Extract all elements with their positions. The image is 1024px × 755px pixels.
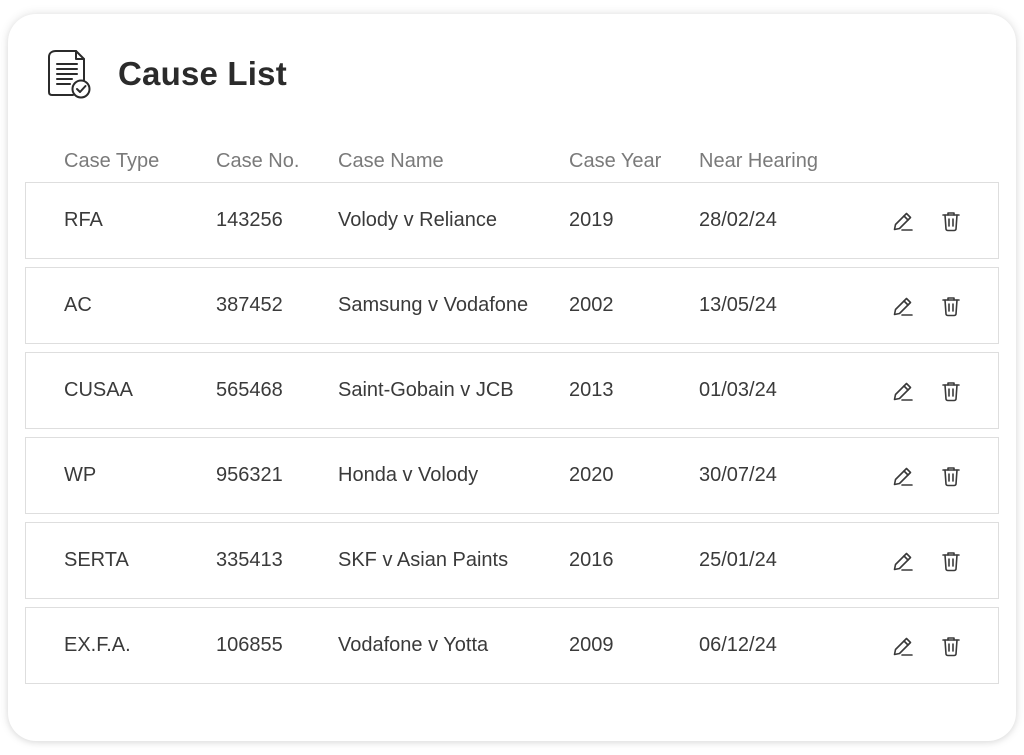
cause-list-card: Cause List Case Type Case No. Case Name …	[8, 14, 1016, 741]
table-header: Case Type Case No. Case Name Case Year N…	[8, 150, 1016, 176]
column-header-case-type: Case Type	[64, 150, 160, 172]
delete-button[interactable]	[938, 208, 964, 234]
case-number-cell: 106855	[216, 634, 283, 656]
case-year-cell: 2002	[569, 294, 614, 316]
case-number-cell: 956321	[216, 464, 283, 486]
edit-icon	[893, 382, 913, 401]
case-name-cell: Samsung v Vodafone	[338, 294, 529, 316]
case-name-cell: Saint-Gobain v JCB	[338, 379, 514, 401]
column-header-case-name: Case Name	[338, 150, 444, 172]
case-year-cell: 2020	[569, 464, 614, 486]
near-hearing-cell: 28/02/24	[699, 209, 777, 231]
case-name-cell: Volody v Reliance	[338, 209, 497, 231]
delete-icon	[942, 466, 960, 486]
delete-button[interactable]	[938, 293, 964, 319]
edit-button[interactable]	[890, 378, 916, 404]
column-header-near-hearing: Near Hearing	[699, 150, 818, 172]
near-hearing-cell: 06/12/24	[699, 634, 777, 656]
card-header: Cause List	[46, 48, 287, 100]
case-name-cell: Vodafone v Yotta	[338, 634, 489, 656]
table-row: SERTA 335413 SKF v Asian Paints 2016 25/…	[25, 522, 999, 599]
case-year-cell: 2019	[569, 209, 614, 231]
edit-button[interactable]	[890, 208, 916, 234]
edit-icon	[893, 637, 913, 656]
row-actions	[890, 353, 964, 428]
case-number-cell: 565468	[216, 379, 283, 401]
delete-icon	[942, 381, 960, 401]
edit-button[interactable]	[890, 463, 916, 489]
delete-button[interactable]	[938, 548, 964, 574]
edit-icon	[893, 297, 913, 316]
table-row: WP 956321 Honda v Volody 2020 30/07/24	[25, 437, 999, 514]
edit-icon	[893, 212, 913, 231]
row-actions	[890, 523, 964, 598]
edit-button[interactable]	[890, 293, 916, 319]
case-type-cell: AC	[64, 294, 92, 316]
table-row: RFA 143256 Volody v Reliance 2019 28/02/…	[25, 182, 999, 259]
case-number-cell: 387452	[216, 294, 283, 316]
edit-icon	[893, 467, 913, 486]
delete-icon	[942, 551, 960, 571]
near-hearing-cell: 25/01/24	[699, 549, 777, 571]
case-name-cell: SKF v Asian Paints	[338, 549, 509, 571]
table-body: RFA 143256 Volody v Reliance 2019 28/02/…	[25, 182, 999, 692]
column-header-case-year: Case Year	[569, 150, 662, 172]
edit-icon	[893, 552, 913, 571]
row-actions	[890, 183, 964, 258]
table-row: CUSAA 565468 Saint-Gobain v JCB 2013 01/…	[25, 352, 999, 429]
page-title: Cause List	[118, 55, 287, 92]
case-year-cell: 2013	[569, 379, 614, 401]
table-row: AC 387452 Samsung v Vodafone 2002 13/05/…	[25, 267, 999, 344]
edit-button[interactable]	[890, 548, 916, 574]
case-number-cell: 335413	[216, 549, 283, 571]
delete-icon	[942, 296, 960, 316]
row-actions	[890, 608, 964, 683]
case-type-cell: SERTA	[64, 549, 129, 571]
row-actions	[890, 438, 964, 513]
case-type-cell: CUSAA	[64, 379, 133, 401]
near-hearing-cell: 30/07/24	[699, 464, 777, 486]
row-actions	[890, 268, 964, 343]
case-number-cell: 143256	[216, 209, 283, 231]
near-hearing-cell: 01/03/24	[699, 379, 777, 401]
case-type-cell: EX.F.A.	[64, 634, 131, 656]
case-year-cell: 2016	[569, 549, 614, 571]
document-check-icon	[48, 50, 91, 99]
table-row: EX.F.A. 106855 Vodafone v Yotta 2009 06/…	[25, 607, 999, 684]
edit-button[interactable]	[890, 633, 916, 659]
delete-button[interactable]	[938, 633, 964, 659]
near-hearing-cell: 13/05/24	[699, 294, 777, 316]
case-type-cell: WP	[64, 464, 97, 486]
column-header-case-no: Case No.	[216, 150, 300, 172]
case-name-cell: Honda v Volody	[338, 464, 479, 486]
delete-icon	[942, 636, 960, 656]
delete-button[interactable]	[938, 463, 964, 489]
case-type-cell: RFA	[64, 209, 103, 231]
delete-icon	[942, 211, 960, 231]
case-year-cell: 2009	[569, 634, 614, 656]
delete-button[interactable]	[938, 378, 964, 404]
